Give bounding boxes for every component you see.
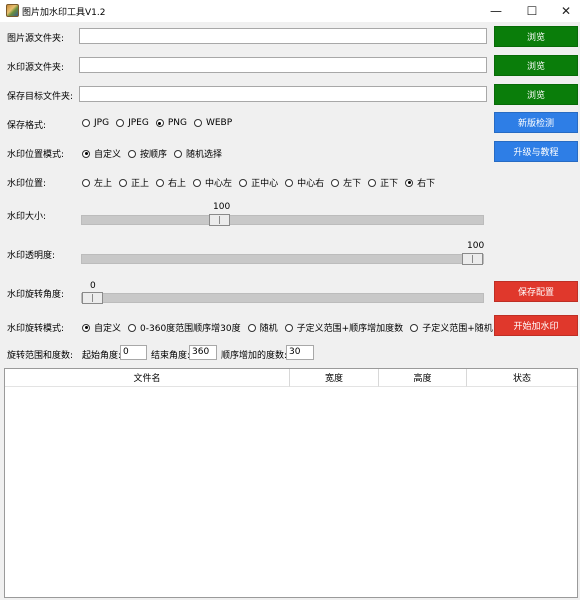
format-label: 保存格式:	[7, 121, 47, 131]
source-folder-input[interactable]	[79, 28, 487, 44]
watermark-folder-input[interactable]	[79, 57, 487, 73]
format-option-webp[interactable]: WEBP	[193, 118, 232, 128]
rotation-mode-option-random[interactable]: 随机	[247, 321, 278, 334]
start-angle-label: 起始角度:	[82, 351, 122, 361]
radio-icon	[116, 119, 125, 127]
radio-icon	[128, 323, 137, 332]
rotation-mode-option-range-random[interactable]: 子定义范围+随机	[410, 321, 493, 334]
radio-icon	[82, 178, 90, 187]
radio-icon	[368, 178, 377, 187]
position-option-bottom-right[interactable]: 右下	[405, 176, 435, 189]
opacity-slider-thumb[interactable]	[462, 253, 483, 265]
rotation-mode-label: 水印旋转模式:	[7, 324, 65, 334]
position-option-top-center[interactable]: 正上	[119, 176, 149, 189]
radio-icon	[284, 323, 293, 332]
position-option-bottom-left[interactable]: 左下	[331, 176, 361, 189]
radio-checked-icon	[82, 323, 90, 332]
minimize-button[interactable]: —	[478, 0, 514, 22]
browse-watermark-button[interactable]: 浏览	[494, 55, 578, 76]
position-radio-group: 左上 正上 右上 中心左 正中心 中心右 左下 正下 右下	[82, 176, 435, 189]
window-title: 图片加水印工具V1.2	[22, 8, 106, 18]
position-option-center-left[interactable]: 中心左	[193, 176, 232, 189]
rotation-mode-option-step30[interactable]: 0-360度范围顺序增30度	[128, 321, 241, 334]
close-button[interactable]: ✕	[548, 0, 580, 22]
end-angle-label: 结束角度:	[151, 351, 191, 361]
position-option-center-right[interactable]: 中心右	[285, 176, 324, 189]
position-mode-radio-group: 自定义 按顺序 随机选择	[82, 147, 222, 160]
rotation-mode-option-range-step[interactable]: 子定义范围+顺序增加度数	[284, 321, 403, 334]
target-folder-input[interactable]	[79, 86, 487, 102]
check-version-button[interactable]: 新版检测	[494, 112, 578, 133]
radio-icon	[193, 178, 202, 187]
column-header-status[interactable]: 状态	[467, 369, 577, 387]
browse-source-button[interactable]: 浏览	[494, 26, 578, 47]
size-label: 水印大小:	[7, 212, 47, 222]
rotation-range-label: 旋转范围和度数:	[7, 351, 74, 361]
position-option-top-left[interactable]: 左上	[82, 176, 112, 189]
radio-icon	[247, 323, 256, 332]
opacity-value: 100	[467, 241, 485, 251]
format-option-jpg[interactable]: JPG	[82, 118, 109, 128]
size-slider-track[interactable]	[81, 215, 484, 225]
position-mode-option-custom[interactable]: 自定义	[82, 147, 121, 160]
rotation-angle-label: 水印旋转角度:	[7, 290, 65, 300]
size-value: 100	[213, 202, 231, 212]
position-mode-label: 水印位置模式:	[7, 150, 65, 160]
radio-icon	[331, 178, 340, 187]
format-radio-group: JPG JPEG PNG WEBP	[82, 118, 232, 128]
file-table[interactable]: 文件名 宽度 高度 状态	[4, 368, 578, 598]
rotation-angle-slider-thumb[interactable]	[82, 292, 103, 304]
source-folder-label: 图片源文件夹:	[7, 34, 65, 44]
save-config-button[interactable]: 保存配置	[494, 281, 578, 302]
maximize-button[interactable]: ☐	[514, 0, 550, 22]
start-watermark-button[interactable]: 开始加水印	[494, 315, 578, 336]
radio-icon	[193, 119, 202, 127]
radio-icon	[156, 178, 165, 187]
position-option-top-right[interactable]: 右上	[156, 176, 186, 189]
format-option-jpeg[interactable]: JPEG	[116, 118, 149, 128]
radio-icon	[128, 149, 137, 158]
app-icon	[6, 4, 19, 17]
radio-checked-icon	[155, 119, 164, 127]
radio-icon	[174, 149, 183, 158]
step-degrees-input[interactable]: 30	[286, 345, 314, 360]
format-option-png[interactable]: PNG	[155, 118, 187, 128]
column-header-filename[interactable]: 文件名	[5, 369, 290, 387]
position-option-bottom-center[interactable]: 正下	[368, 176, 398, 189]
rotation-mode-option-custom[interactable]: 自定义	[82, 321, 121, 334]
column-header-height[interactable]: 高度	[379, 369, 467, 387]
opacity-label: 水印透明度:	[7, 251, 56, 261]
upgrade-tutorial-button[interactable]: 升级与教程	[494, 141, 578, 162]
end-angle-input[interactable]: 360	[189, 345, 217, 360]
rotation-angle-value: 0	[90, 281, 96, 291]
step-degrees-label: 顺序增加的度数:	[221, 351, 288, 361]
column-header-width[interactable]: 宽度	[290, 369, 379, 387]
radio-icon	[239, 178, 248, 187]
watermark-folder-label: 水印源文件夹:	[7, 63, 65, 73]
position-mode-option-random[interactable]: 随机选择	[174, 147, 222, 160]
target-folder-label: 保存目标文件夹:	[7, 92, 74, 102]
position-label: 水印位置:	[7, 179, 47, 189]
browse-target-button[interactable]: 浏览	[494, 84, 578, 105]
rotation-mode-radio-group: 自定义 0-360度范围顺序增30度 随机 子定义范围+顺序增加度数 子定义范围…	[82, 321, 493, 334]
size-slider-thumb[interactable]	[209, 214, 230, 226]
radio-checked-icon	[82, 149, 90, 158]
radio-icon	[410, 323, 419, 332]
position-mode-option-sequential[interactable]: 按顺序	[128, 147, 167, 160]
rotation-angle-slider-track[interactable]	[81, 293, 484, 303]
radio-icon	[119, 178, 128, 187]
position-option-center[interactable]: 正中心	[239, 176, 278, 189]
start-angle-input[interactable]: 0	[120, 345, 147, 360]
radio-checked-icon	[405, 178, 414, 187]
radio-icon	[82, 119, 90, 127]
opacity-slider-track[interactable]	[81, 254, 484, 264]
radio-icon	[285, 178, 294, 187]
